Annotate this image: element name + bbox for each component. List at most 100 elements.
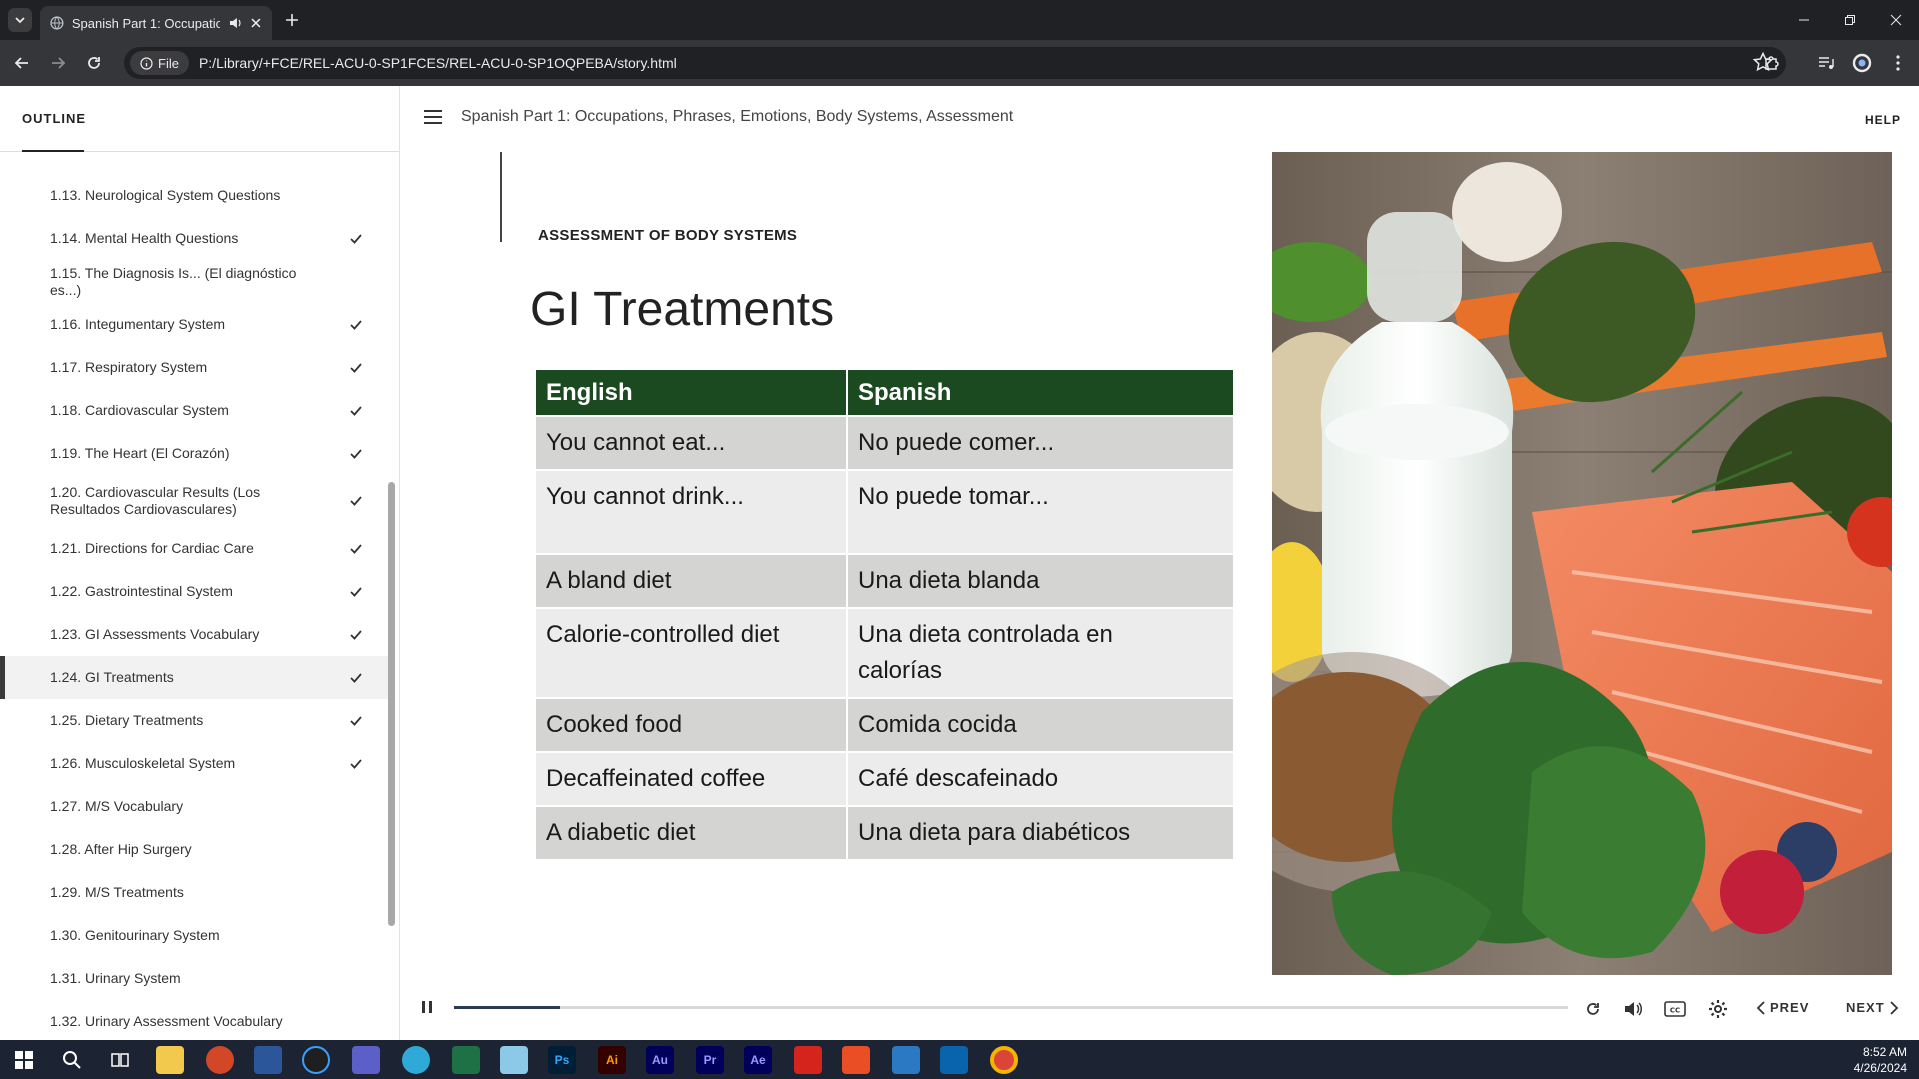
- table-row: Decaffeinated coffee Café descafeinado: [536, 751, 1235, 806]
- prev-button[interactable]: PREV: [1756, 1000, 1809, 1015]
- teams-icon[interactable]: [352, 1046, 380, 1074]
- excel-icon[interactable]: [452, 1046, 480, 1074]
- cell-spanish: Comida cocida: [847, 697, 1235, 752]
- outline-item[interactable]: 1.19. The Heart (El Corazón): [0, 432, 388, 475]
- chrome-icon[interactable]: [990, 1046, 1018, 1074]
- settings-button[interactable]: [1705, 996, 1731, 1022]
- outline-item[interactable]: 1.17. Respiratory System: [0, 346, 388, 389]
- premiere-icon[interactable]: Pr: [696, 1046, 724, 1074]
- pause-icon[interactable]: [420, 998, 434, 1016]
- outline-item[interactable]: 1.26. Musculoskeletal System: [0, 742, 388, 785]
- browser-tab-strip: Spanish Part 1: Occupations: [0, 0, 1919, 40]
- word-icon[interactable]: [254, 1046, 282, 1074]
- minimize-button[interactable]: [1781, 0, 1827, 40]
- checkmark-icon: [350, 629, 362, 640]
- outline-item-label: 1.29. M/S Treatments: [50, 884, 184, 900]
- checkmark-icon: [350, 448, 362, 459]
- volume-button[interactable]: [1620, 996, 1646, 1022]
- restore-button[interactable]: [1827, 0, 1873, 40]
- outline-list: 1.13. Neurological System Questions 1.14.…: [0, 174, 388, 1040]
- outline-item[interactable]: 1.29. M/S Treatments: [0, 871, 388, 914]
- start-button[interactable]: [10, 1046, 38, 1074]
- back-button[interactable]: [10, 51, 34, 75]
- site-info-chip[interactable]: File: [130, 51, 189, 75]
- sidebar-scrollbar[interactable]: [388, 482, 395, 926]
- outline-item[interactable]: 1.20. Cardiovascular Results (Los Result…: [0, 475, 388, 527]
- outline-item-label: 1.16. Integumentary System: [50, 316, 226, 332]
- reload-button[interactable]: [82, 51, 106, 75]
- snagit-icon[interactable]: [892, 1046, 920, 1074]
- playlist-icon: [1819, 57, 1834, 69]
- search-button[interactable]: [58, 1046, 86, 1074]
- outline-item[interactable]: 1.31. Urinary System: [0, 957, 388, 1000]
- active-tab-indicator: [22, 150, 84, 152]
- extensions-button[interactable]: [1760, 51, 1784, 75]
- outline-item[interactable]: 1.22. Gastrointestinal System: [0, 570, 388, 613]
- outline-item[interactable]: 1.13. Neurological System Questions: [0, 174, 388, 217]
- checkmark-icon: [350, 496, 362, 506]
- outline-item[interactable]: 1.27. M/S Vocabulary: [0, 785, 388, 828]
- after-effects-icon[interactable]: Ae: [744, 1046, 772, 1074]
- table-row: Calorie-controlled diet Una dieta contro…: [536, 607, 1235, 698]
- next-button[interactable]: NEXT: [1846, 1000, 1899, 1015]
- illustrator-icon[interactable]: Ai: [598, 1046, 626, 1074]
- browser-tab[interactable]: Spanish Part 1: Occupations: [40, 6, 272, 40]
- arrow-left-icon: [14, 57, 28, 69]
- help-button[interactable]: HELP: [1865, 113, 1901, 127]
- outline-item-label: 1.31. Urinary System: [50, 970, 181, 986]
- outline-item-label: 1.21. Directions for Cardiac Care: [50, 540, 254, 556]
- webex-icon[interactable]: [302, 1046, 330, 1074]
- storyline-icon[interactable]: [842, 1046, 870, 1074]
- acrobat-icon[interactable]: [794, 1046, 822, 1074]
- checkmark-icon: [350, 319, 362, 330]
- outline-item[interactable]: 1.14. Mental Health Questions: [0, 217, 388, 260]
- system-clock[interactable]: 8:52 AM 4/26/2024: [1854, 1044, 1907, 1076]
- outline-item-label: 1.26. Musculoskeletal System: [50, 755, 236, 771]
- powerpoint-icon[interactable]: [206, 1046, 234, 1074]
- outline-item[interactable]: 1.24. GI Treatments: [0, 656, 388, 699]
- plus-icon: [286, 14, 298, 26]
- media-controls-button[interactable]: [1814, 51, 1838, 75]
- outline-item[interactable]: 1.21. Directions for Cardiac Care: [0, 527, 388, 570]
- cell-spanish: No puede tomar...: [847, 469, 1235, 554]
- outlook-icon[interactable]: [940, 1046, 968, 1074]
- url-text: P:/Library/+FCE/REL-ACU-0-SP1FCES/REL-AC…: [198, 55, 677, 71]
- photoshop-icon[interactable]: Ps: [548, 1046, 576, 1074]
- notepad-icon[interactable]: [500, 1046, 528, 1074]
- outline-item[interactable]: 1.18. Cardiovascular System: [0, 389, 388, 432]
- file-chip-label: File: [158, 55, 179, 71]
- profile-avatar[interactable]: [1850, 51, 1874, 75]
- outline-item[interactable]: 1.16. Integumentary System: [0, 303, 388, 346]
- outline-item-label: 1.23. GI Assessments Vocabulary: [50, 626, 260, 642]
- outline-item[interactable]: 1.28. After Hip Surgery: [0, 828, 388, 871]
- outline-item[interactable]: 1.30. Genitourinary System: [0, 914, 388, 957]
- edge-icon[interactable]: [402, 1046, 430, 1074]
- file-explorer-icon[interactable]: [156, 1046, 184, 1074]
- slide-title: GI Treatments: [530, 283, 835, 336]
- new-tab-button[interactable]: [280, 8, 304, 32]
- replay-button[interactable]: [1580, 996, 1606, 1022]
- checkmark-icon: [350, 233, 362, 244]
- task-view-button[interactable]: [106, 1046, 134, 1074]
- outline-item-label: 1.25. Dietary Treatments: [50, 712, 204, 728]
- volume-icon: [1625, 1002, 1642, 1016]
- address-bar[interactable]: File P:/Library/+FCE/REL-ACU-0-SP1FCES/R…: [124, 47, 1786, 79]
- close-window-button[interactable]: [1873, 0, 1919, 40]
- audition-icon[interactable]: Au: [646, 1046, 674, 1074]
- browser-menu-button[interactable]: [1886, 51, 1910, 75]
- outline-item[interactable]: 1.23. GI Assessments Vocabulary: [0, 613, 388, 656]
- captions-button[interactable]: CC: [1662, 996, 1688, 1022]
- windows-logo-icon: [15, 1051, 33, 1069]
- outline-item[interactable]: 1.15. The Diagnosis Is... (El diagnóstic…: [0, 260, 388, 303]
- progress-bar[interactable]: [454, 1006, 1568, 1009]
- close-icon[interactable]: [250, 17, 262, 29]
- outline-item[interactable]: 1.32. Urinary Assessment Vocabulary: [0, 1000, 388, 1040]
- checkmark-icon: [350, 715, 362, 726]
- speaker-icon[interactable]: [228, 16, 242, 30]
- forward-button[interactable]: [46, 51, 70, 75]
- tab-search-button[interactable]: [8, 8, 32, 32]
- vocabulary-table: English Spanish You cannot eat... No pue…: [536, 370, 1235, 859]
- outline-item[interactable]: 1.25. Dietary Treatments: [0, 699, 388, 742]
- hamburger-menu-icon[interactable]: [424, 110, 442, 124]
- tab-outline[interactable]: OUTLINE: [22, 111, 86, 126]
